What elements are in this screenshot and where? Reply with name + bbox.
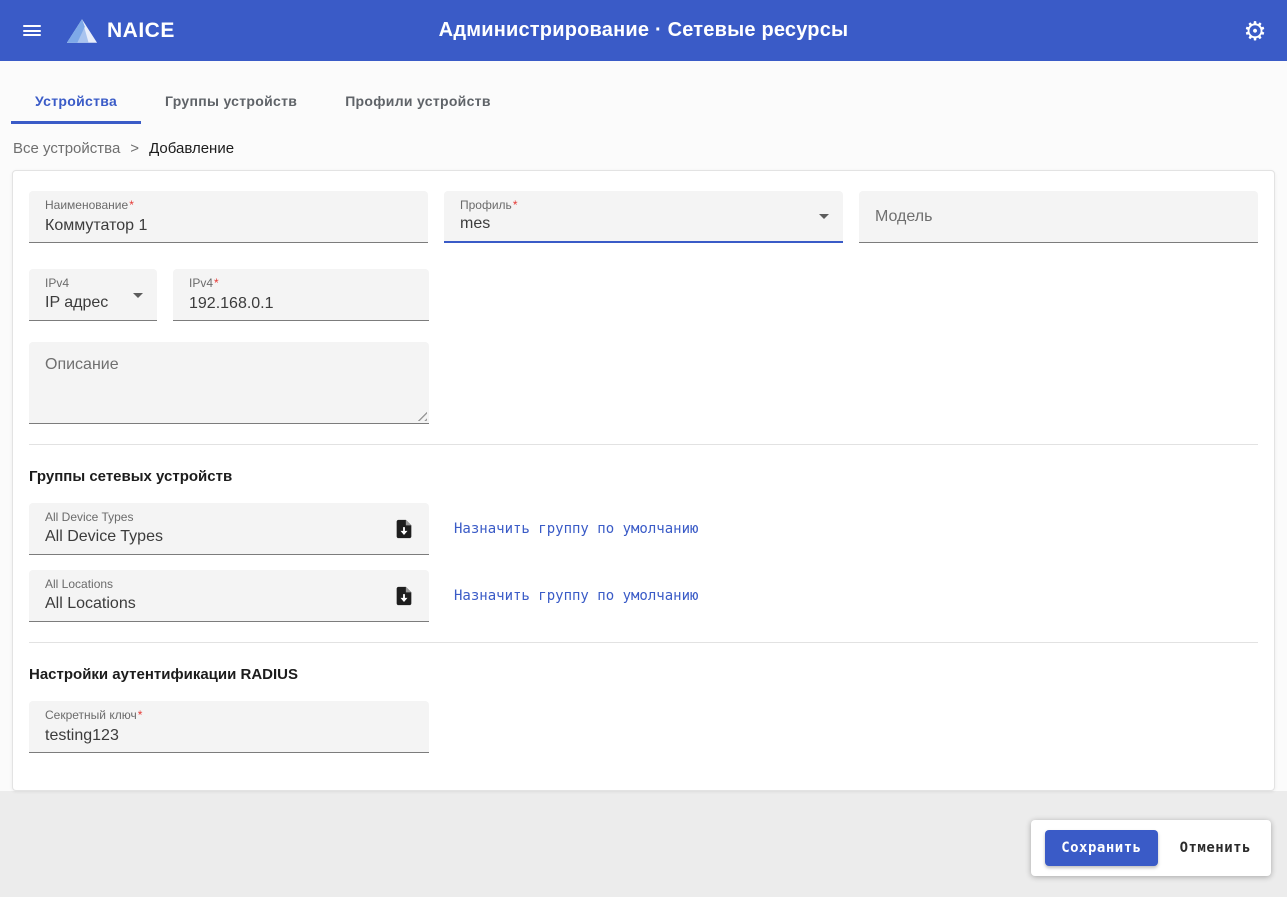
model-field[interactable]	[859, 191, 1258, 243]
ip-type-value: IP адрес	[45, 294, 109, 311]
brand-name: NAICE	[107, 18, 175, 42]
required-asterisk: *	[137, 708, 143, 722]
divider	[29, 444, 1258, 445]
assign-group-button[interactable]	[387, 579, 421, 613]
assign-group-button[interactable]	[387, 512, 421, 546]
breadcrumb-parent[interactable]: Все устройства	[13, 140, 120, 157]
name-label: Наименование	[45, 198, 129, 212]
form-row-2: IPv4 IP адрес IPv4*	[29, 269, 1258, 321]
ip-label: IPv4	[189, 276, 214, 290]
breadcrumb-separator: >	[130, 140, 140, 157]
profile-label: Профиль	[460, 198, 512, 212]
cancel-button[interactable]: Отменить	[1174, 830, 1257, 866]
app-bar: NAICE Администрирование · Сетевые ресурс…	[0, 0, 1287, 61]
form-row-1: Наименование* Профиль* mes	[29, 191, 1258, 243]
radius-section-title: Настройки аутентификации RADIUS	[29, 666, 299, 683]
tab-bar: Устройства Группы устройств Профили устр…	[0, 61, 1287, 124]
secret-input[interactable]	[45, 726, 399, 746]
menu-icon	[23, 23, 41, 39]
name-field[interactable]: Наименование*	[29, 191, 428, 243]
name-input[interactable]	[45, 216, 398, 236]
device-type-group-field[interactable]: All Device Types All Device Types	[29, 503, 429, 555]
profile-value: mes	[460, 215, 491, 232]
ip-type-label: IPv4	[45, 276, 70, 290]
assign-default-icon	[396, 586, 412, 605]
ip-input[interactable]	[189, 294, 399, 314]
required-asterisk: *	[214, 276, 219, 290]
menu-button[interactable]	[10, 9, 54, 53]
required-asterisk: *	[129, 198, 134, 212]
group-value: All Locations	[45, 595, 136, 612]
profile-select[interactable]: Профиль* mes	[444, 191, 843, 243]
tab-devices[interactable]: Устройства	[11, 79, 142, 124]
divider	[29, 642, 1258, 643]
assign-default-icon	[396, 519, 412, 538]
model-input[interactable]	[875, 191, 1228, 242]
description-field	[29, 342, 429, 424]
gear-icon: ⚙	[1243, 15, 1267, 46]
location-group-field[interactable]: All Locations All Locations	[29, 570, 429, 622]
group-label: All Locations	[45, 577, 114, 591]
page-title: Администрирование · Сетевые ресурсы	[438, 19, 849, 41]
breadcrumb-current: Добавление	[149, 140, 235, 157]
group-value: All Device Types	[45, 528, 163, 545]
required-asterisk: *	[512, 198, 518, 212]
tab-label: Группы устройств	[165, 93, 298, 109]
tab-device-profiles[interactable]: Профили устройств	[321, 79, 515, 124]
secret-label: Секретный ключ	[45, 708, 137, 722]
device-form-card: Наименование* Профиль* mes IPv4	[12, 170, 1275, 791]
chevron-down-icon	[133, 292, 143, 298]
content-area: Устройства Группы устройств Профили устр…	[0, 61, 1287, 791]
group-row-locations: All Locations All Locations Назначить гр…	[29, 570, 1258, 622]
assign-default-link[interactable]: Назначить группу по умолчанию	[454, 588, 698, 604]
tab-label: Профили устройств	[345, 93, 491, 109]
secret-field[interactable]: Секретный ключ*	[29, 701, 429, 753]
settings-button[interactable]: ⚙	[1233, 9, 1277, 53]
brand: NAICE	[66, 17, 175, 44]
chevron-down-icon	[819, 214, 829, 219]
assign-default-link[interactable]: Назначить группу по умолчанию	[454, 521, 698, 537]
tab-label: Устройства	[35, 93, 118, 109]
group-row-device-types: All Device Types All Device Types Назнач…	[29, 503, 1258, 555]
description-textarea[interactable]	[29, 342, 429, 423]
tab-device-groups[interactable]: Группы устройств	[141, 79, 321, 124]
breadcrumb: Все устройства > Добавление	[0, 124, 1287, 170]
group-label: All Device Types	[45, 510, 134, 524]
ip-field[interactable]: IPv4*	[173, 269, 429, 321]
groups-section-title: Группы сетевых устройств	[29, 468, 233, 485]
save-button[interactable]: Сохранить	[1045, 830, 1158, 866]
actions-bar: Сохранить Отменить	[1031, 820, 1271, 876]
naice-logo-icon	[66, 19, 98, 43]
ip-type-select[interactable]: IPv4 IP адрес	[29, 269, 157, 321]
